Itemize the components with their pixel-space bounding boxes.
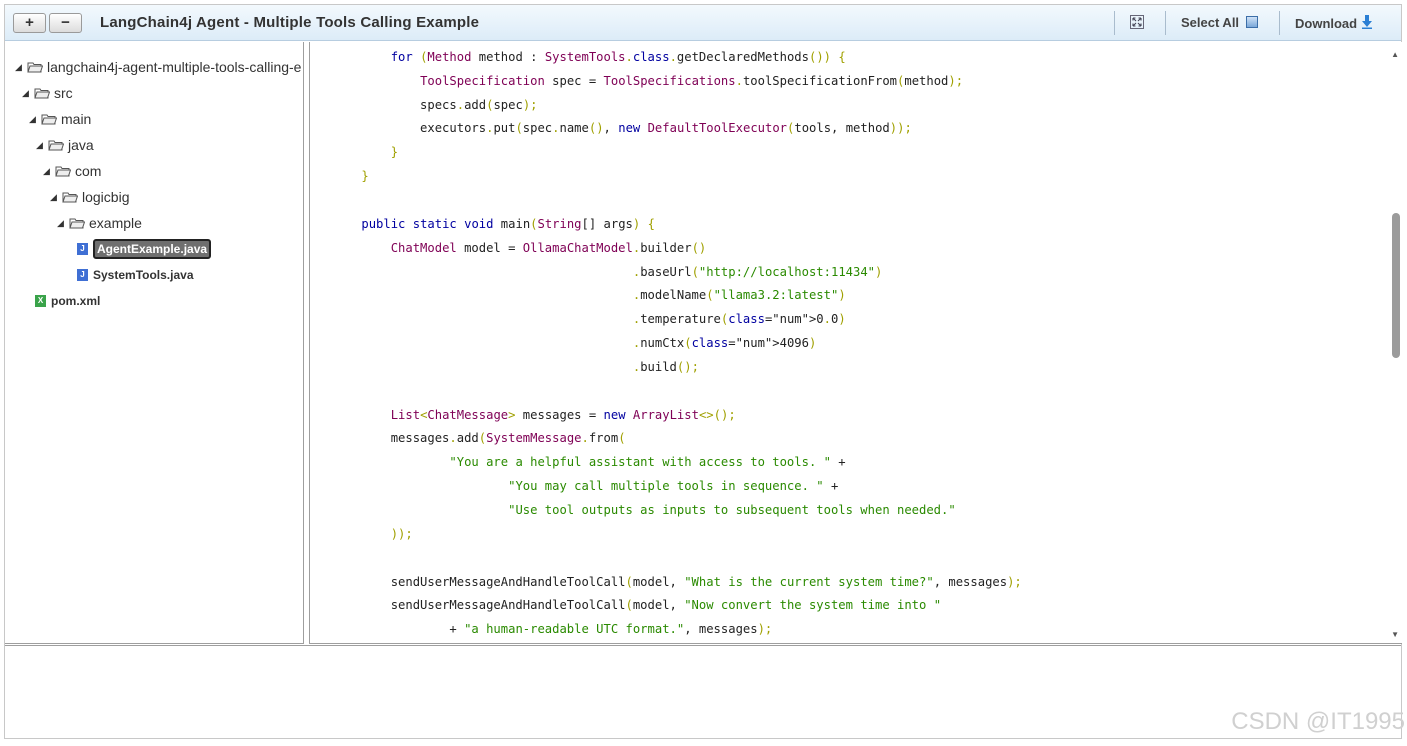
expanded-arrow-icon[interactable]: ◢ bbox=[57, 218, 67, 229]
scroll-up-arrow-icon[interactable]: ▲ bbox=[1391, 50, 1399, 59]
page-title: LangChain4j Agent - Multiple Tools Calli… bbox=[100, 14, 480, 31]
download-label: Download bbox=[1295, 16, 1358, 31]
expanded-arrow-icon[interactable]: ◢ bbox=[50, 192, 60, 203]
folder-open-icon bbox=[27, 62, 43, 73]
code-line: .modelName("llama3.2:latest") bbox=[632, 288, 846, 303]
code-line: } bbox=[390, 145, 399, 160]
folder-open-icon bbox=[41, 114, 57, 125]
toolbar-divider bbox=[1279, 11, 1280, 35]
file-tree: ◢ langchain4j-agent-multiple-tools-calli… bbox=[5, 42, 304, 644]
code-line: .numCtx(class="num">4096) bbox=[632, 336, 817, 351]
tree-file-label: pom.xml bbox=[51, 294, 101, 308]
code-line: "You may call multiple tools in sequence… bbox=[508, 479, 839, 494]
download-button[interactable]: Download bbox=[1295, 15, 1373, 31]
tree-file-pom[interactable]: X pom.xml bbox=[35, 290, 100, 312]
download-arrow-icon bbox=[1361, 15, 1372, 29]
code-line: executors.put(spec.name(), new DefaultTo… bbox=[332, 121, 912, 136]
expanded-arrow-icon[interactable]: ◢ bbox=[22, 88, 32, 99]
xml-file-icon: X bbox=[35, 295, 46, 307]
java-file-icon: J bbox=[77, 269, 88, 281]
code-line: .temperature(class="num">0.0) bbox=[632, 312, 846, 327]
toolbar-divider bbox=[1165, 11, 1166, 35]
code-line: specs.add(spec); bbox=[332, 97, 538, 112]
folder-open-icon bbox=[69, 218, 85, 229]
expanded-arrow-icon[interactable]: ◢ bbox=[15, 62, 25, 73]
code-line: sendUserMessageAndHandleToolCall(model, … bbox=[332, 598, 942, 613]
code-line: ChatModel model = OllamaChatModel.builde… bbox=[390, 240, 707, 255]
code-viewer[interactable]: SystemTools tools = new SystemTools(); f… bbox=[309, 42, 1402, 644]
code-line: ToolSpecification spec = ToolSpecificati… bbox=[420, 73, 964, 88]
source-viewer-window: + − LangChain4j Agent - Multiple Tools C… bbox=[4, 4, 1402, 739]
tree-node-example[interactable]: ◢ example bbox=[57, 212, 142, 234]
tree-node-logicbig[interactable]: ◢ logicbig bbox=[50, 186, 129, 208]
code-line: )); bbox=[390, 526, 413, 541]
tree-label: logicbig bbox=[82, 189, 130, 205]
expanded-arrow-icon[interactable]: ◢ bbox=[36, 140, 46, 151]
output-pane bbox=[5, 645, 1401, 738]
select-all-label: Select All bbox=[1181, 15, 1240, 30]
code-line: } bbox=[361, 169, 369, 184]
folder-open-icon bbox=[48, 140, 64, 151]
tree-file-systemtools[interactable]: J SystemTools.java bbox=[77, 264, 194, 286]
code-line: .build(); bbox=[632, 359, 699, 374]
code-line: messages.add(SystemMessage.from( bbox=[332, 431, 626, 446]
tree-label: langchain4j-agent-multiple-tools-calling… bbox=[47, 59, 302, 75]
fullscreen-icon[interactable] bbox=[1130, 15, 1144, 29]
expanded-arrow-icon[interactable]: ◢ bbox=[29, 114, 39, 125]
java-file-icon: J bbox=[77, 243, 88, 255]
scroll-down-arrow-icon[interactable]: ▼ bbox=[1391, 630, 1399, 639]
code-line: sendUserMessageAndHandleToolCall(model, … bbox=[332, 574, 1022, 589]
code-line: "You are a helpful assistant with access… bbox=[449, 455, 846, 470]
tree-label: java bbox=[68, 137, 94, 153]
tree-node-main[interactable]: ◢ main bbox=[29, 108, 91, 130]
scrollbar-thumb[interactable] bbox=[1392, 213, 1400, 358]
tree-label: src bbox=[54, 85, 73, 101]
code-line: public static void main(String[] args) { bbox=[361, 216, 655, 231]
folder-open-icon bbox=[55, 166, 71, 177]
folder-open-icon bbox=[62, 192, 78, 203]
select-all-button[interactable]: Select All bbox=[1181, 15, 1258, 30]
tree-node-src[interactable]: ◢ src bbox=[22, 82, 73, 104]
tree-node-com[interactable]: ◢ com bbox=[43, 160, 101, 182]
tree-file-label-selected: AgentExample.java bbox=[93, 239, 212, 259]
select-all-icon bbox=[1245, 16, 1258, 28]
tree-file-label: SystemTools.java bbox=[93, 268, 194, 282]
code-line: .baseUrl("http://localhost:11434") bbox=[632, 264, 883, 279]
tree-label: example bbox=[89, 215, 142, 231]
tree-file-agentexample[interactable]: J AgentExample.java bbox=[77, 238, 212, 260]
code-line: SystemTools tools = new SystemTools(); bbox=[332, 42, 670, 46]
toolbar: + − LangChain4j Agent - Multiple Tools C… bbox=[5, 5, 1401, 41]
expand-all-button[interactable]: + bbox=[13, 13, 46, 33]
tree-node-root[interactable]: ◢ langchain4j-agent-multiple-tools-calli… bbox=[15, 56, 301, 78]
expanded-arrow-icon[interactable]: ◢ bbox=[43, 166, 53, 177]
tree-node-java[interactable]: ◢ java bbox=[36, 134, 94, 156]
vertical-scrollbar[interactable]: ▲ ▼ bbox=[1388, 42, 1402, 643]
collapse-all-button[interactable]: − bbox=[49, 13, 82, 33]
tree-label: com bbox=[75, 163, 102, 179]
folder-open-icon bbox=[34, 88, 50, 99]
code-line: + "a human-readable UTC format.", messag… bbox=[332, 622, 773, 637]
code-line: for (Method method : SystemTools.class.g… bbox=[390, 49, 846, 64]
code-line: "Use tool outputs as inputs to subsequen… bbox=[508, 503, 956, 517]
watermark: CSDN @IT1995 bbox=[1231, 708, 1405, 735]
code-line: List<ChatMessage> messages = new ArrayLi… bbox=[390, 407, 736, 422]
toolbar-divider bbox=[1114, 11, 1115, 35]
tree-label: main bbox=[61, 111, 92, 127]
